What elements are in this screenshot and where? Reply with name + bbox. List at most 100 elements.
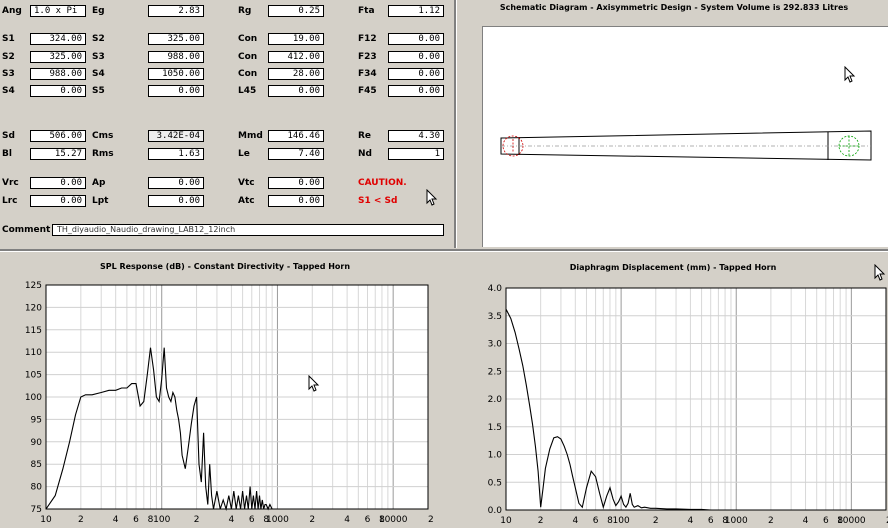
x-tick-label: 1000 xyxy=(725,516,748,526)
x-tick-label: 2 xyxy=(768,516,774,526)
y-tick-label: 125 xyxy=(25,281,42,291)
x-tick-label: 6 xyxy=(823,516,829,526)
param-field-atc[interactable]: 0.00 xyxy=(268,195,324,207)
y-tick-label: 1.0 xyxy=(488,451,503,461)
x-tick-label: 2 xyxy=(653,516,659,526)
x-tick-label: 6 xyxy=(593,516,599,526)
x-tick-label: 4 xyxy=(229,515,235,525)
y-tick-label: 2.0 xyxy=(488,395,503,405)
param-field-ang[interactable]: 1.0 x Pi xyxy=(30,5,86,17)
x-tick-label: 2 xyxy=(78,515,84,525)
param-label: Eg xyxy=(92,6,105,16)
x-tick-label: 100 xyxy=(153,515,170,525)
param-field-con[interactable]: 19.00 xyxy=(268,33,324,45)
comment-field[interactable]: TH_diyaudio_Naudio_drawing_LAB12_12inch xyxy=(52,224,444,236)
x-tick-label: 4 xyxy=(688,516,694,526)
param-field-l45[interactable]: 0.00 xyxy=(268,85,324,97)
param-field-bl[interactable]: 15.27 xyxy=(30,148,86,160)
param-field-s2[interactable]: 325.00 xyxy=(30,51,86,63)
y-tick-label: 120 xyxy=(25,303,42,313)
param-label: Vtc xyxy=(238,178,255,188)
param-label: Lpt xyxy=(92,196,109,206)
y-tick-label: 95 xyxy=(31,415,42,425)
x-tick-label: 10 xyxy=(40,515,52,525)
param-label: Lrc xyxy=(2,196,18,206)
param-label: S4 xyxy=(92,69,105,79)
param-label: Le xyxy=(238,149,250,159)
param-field-s4[interactable]: 0.00 xyxy=(30,85,86,97)
param-field-s4[interactable]: 1050.00 xyxy=(148,68,204,80)
y-tick-label: 0.5 xyxy=(488,478,502,488)
x-tick-label: 10000 xyxy=(379,515,408,525)
displacement-chart: 4.03.53.02.52.01.51.00.50.010 2 4 6 8 100 2 4 6 8… xyxy=(488,284,888,526)
y-tick-label: 4.0 xyxy=(488,284,503,294)
param-field-con[interactable]: 28.00 xyxy=(268,68,324,80)
param-label: F23 xyxy=(358,52,377,62)
param-field-lpt[interactable]: 0.00 xyxy=(148,195,204,207)
param-field-eg[interactable]: 2.83 xyxy=(148,5,204,17)
param-field-s5[interactable]: 0.00 xyxy=(148,85,204,97)
param-field-vtc[interactable]: 0.00 xyxy=(268,177,324,189)
param-field-con[interactable]: 412.00 xyxy=(268,51,324,63)
param-field-ap[interactable]: 0.00 xyxy=(148,177,204,189)
param-field-s3[interactable]: 988.00 xyxy=(30,68,86,80)
x-tick-label: 10 xyxy=(500,516,512,526)
y-tick-label: 115 xyxy=(25,326,42,336)
param-label: S3 xyxy=(92,52,105,62)
param-label: S2 xyxy=(2,52,15,62)
param-label: Con xyxy=(238,34,258,44)
param-field-rg[interactable]: 0.25 xyxy=(268,5,324,17)
param-field-mmd[interactable]: 146.46 xyxy=(268,130,324,142)
param-field-f12[interactable]: 0.00 xyxy=(388,33,444,45)
param-field-le[interactable]: 7.40 xyxy=(268,148,324,160)
param-label: F45 xyxy=(358,86,377,96)
param-field-s1[interactable]: 324.00 xyxy=(30,33,86,45)
param-field-s2[interactable]: 325.00 xyxy=(148,33,204,45)
y-tick-label: 0.0 xyxy=(488,506,503,516)
param-field-sd[interactable]: 506.00 xyxy=(30,130,86,142)
param-label: Sd xyxy=(2,131,15,141)
x-tick-label: 4 xyxy=(803,516,809,526)
x-tick-label: 2 xyxy=(428,515,434,525)
x-tick-label: 2 xyxy=(194,515,200,525)
y-tick-label: 2.5 xyxy=(488,367,502,377)
param-label: Nd xyxy=(358,149,372,159)
vertical-divider xyxy=(454,0,457,248)
param-field-f23[interactable]: 0.00 xyxy=(388,51,444,63)
param-label: F12 xyxy=(358,34,377,44)
schematic-diagram xyxy=(482,26,888,247)
x-tick-label: 6 xyxy=(133,515,139,525)
param-field-f34[interactable]: 0.00 xyxy=(388,68,444,80)
x-tick-label: 4 xyxy=(344,515,350,525)
y-tick-label: 3.5 xyxy=(488,312,502,322)
param-field-s3[interactable]: 988.00 xyxy=(148,51,204,63)
y-tick-label: 85 xyxy=(31,460,42,470)
param-label: Re xyxy=(358,131,372,141)
x-tick-label: 6 xyxy=(365,515,371,525)
x-tick-label: 1000 xyxy=(266,515,289,525)
param-label: S5 xyxy=(92,86,105,96)
param-field-lrc[interactable]: 0.00 xyxy=(30,195,86,207)
horn-outline xyxy=(500,130,872,161)
param-label: Ap xyxy=(92,178,106,188)
param-field-re[interactable]: 4.30 xyxy=(388,130,444,142)
param-field-rms[interactable]: 1.63 xyxy=(148,148,204,160)
y-tick-label: 1.5 xyxy=(488,423,502,433)
param-field-cms[interactable]: 3.42E-04 xyxy=(148,130,204,142)
param-field-fta[interactable]: 1.12 xyxy=(388,5,444,17)
x-tick-label: 100 xyxy=(613,516,630,526)
caution-text: CAUTION. xyxy=(358,178,407,188)
displacement-chart-title: Diaphragm Displacement (mm) - Tapped Hor… xyxy=(569,263,777,272)
param-label: F34 xyxy=(358,69,377,79)
param-label: S4 xyxy=(2,86,15,96)
param-label: S1 xyxy=(2,34,15,44)
param-label: S2 xyxy=(92,34,105,44)
param-field-vrc[interactable]: 0.00 xyxy=(30,177,86,189)
param-field-nd[interactable]: 1 xyxy=(388,148,444,160)
comment-label: Comment xyxy=(2,225,51,235)
param-label: Vrc xyxy=(2,178,19,188)
x-tick-label: 2 xyxy=(538,516,544,526)
y-tick-label: 90 xyxy=(31,438,43,448)
param-label: Con xyxy=(238,52,258,62)
param-field-f45[interactable]: 0.00 xyxy=(388,85,444,97)
